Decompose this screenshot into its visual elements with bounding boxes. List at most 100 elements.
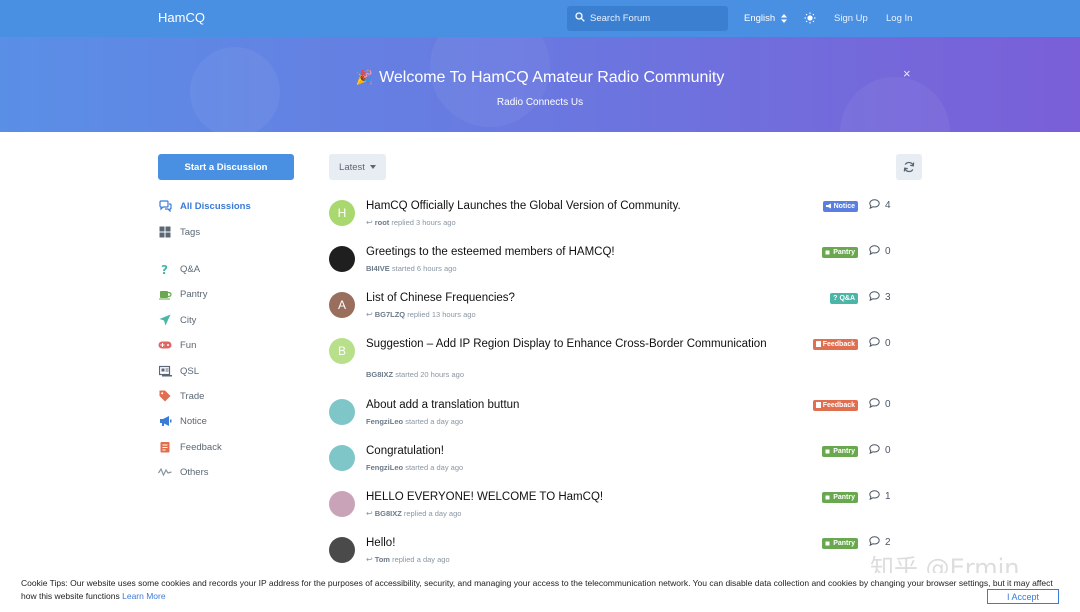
question-icon: ? [158,262,172,276]
discussion-user[interactable]: FengziLeo [366,417,403,426]
tag-badge[interactable]: Pantry [822,538,858,549]
sidebar-item-label: Trade [180,390,205,402]
discussion-title[interactable]: Suggestion – Add IP Region Display to En… [366,337,796,351]
avatar[interactable] [329,399,355,425]
language-select[interactable]: English [744,13,788,24]
avatar[interactable] [329,246,355,272]
avatar[interactable]: B [329,338,355,364]
sidebar-item-label: Fun [180,339,197,351]
tag-badge[interactable]: Pantry [822,446,858,457]
comments-icon [158,199,172,213]
tag-label: Feedback [822,402,855,409]
refresh-icon [903,161,915,173]
start-discussion-button[interactable]: Start a Discussion [158,154,294,180]
discussion-row[interactable]: B Suggestion – Add IP Region Display to E… [329,337,929,383]
comment-bubble-icon [869,398,880,411]
tag-label: Q&A [839,295,855,302]
close-icon[interactable]: × [903,66,911,81]
discussion-title[interactable]: List of Chinese Frequencies? [366,291,796,305]
top-header: HamCQ English Sign Up Log In [0,0,1080,37]
discussion-time: a day ago [430,417,464,426]
sidebar-item-notice[interactable]: Notice [158,411,207,431]
tag-badge[interactable]: Pantry [822,492,858,503]
signup-link[interactable]: Sign Up [834,13,868,24]
login-link[interactable]: Log In [886,13,912,24]
discussion-title[interactable]: HELLO EVERYONE! WELCOME TO HamCQ! [366,490,796,504]
sidebar-item-q-a[interactable]: ? Q&A [158,259,200,279]
sidebar-item-tags[interactable]: Tags [158,222,200,242]
comment-bubble-icon [869,245,880,258]
sidebar-item-qsl[interactable]: QSL [158,361,199,381]
discussion-action: started [391,264,415,273]
tag-label: Pantry [833,249,855,256]
discussion-row[interactable]: Greetings to the esteemed members of HAM… [329,245,929,291]
discussion-user[interactable]: Tom [375,555,390,564]
tag-badge[interactable]: Pantry [822,247,858,258]
sidebar-item-fun[interactable]: Fun [158,335,196,355]
sidebar-item-pantry[interactable]: Pantry [158,284,207,304]
discussion-time: a day ago [428,509,462,518]
reply-count: 0 [869,398,891,411]
brand-logo[interactable]: HamCQ [158,10,205,25]
reply-count: 0 [869,337,891,350]
reply-arrow-icon: ↩ [366,218,373,227]
discussion-user[interactable]: BG8IXZ [366,370,393,379]
discussion-meta: FengziLeo started a day ago [366,463,463,472]
cookie-banner: Cookie Tips: Our website uses some cooki… [0,573,1080,612]
mug-icon [158,287,172,301]
sidebar-item-label: Pantry [180,288,208,300]
sort-dropdown[interactable]: Latest [329,154,386,180]
comment-bubble-icon [869,199,880,212]
sidebar-item-city[interactable]: City [158,310,196,330]
discussion-title[interactable]: About add a translation buttun [366,398,796,412]
sidebar-item-label: City [180,314,197,326]
sidebar-item-label: Feedback [180,441,222,453]
tag-badge[interactable]: Feedback [812,400,858,411]
discussion-row[interactable]: H HamCQ Officially Launches the Global Ve… [329,199,929,245]
reply-count: 4 [869,199,891,212]
sidebar-item-trade[interactable]: Trade [158,386,204,406]
discussion-user[interactable]: FengziLeo [366,463,403,472]
avatar[interactable] [329,537,355,563]
avatar[interactable] [329,445,355,471]
discussion-row[interactable]: Congratulation! FengziLeo started a day a… [329,444,929,490]
discussion-user[interactable]: BG8IXZ [375,509,402,518]
discussion-row[interactable]: About add a translation buttun FengziLeo … [329,398,929,444]
discussion-user[interactable]: root [375,218,390,227]
sidebar-item-all-discussions[interactable]: All Discussions [158,196,251,216]
tag-badge[interactable]: Feedback [812,339,858,350]
avatar[interactable] [329,491,355,517]
party-popper-icon: 🎉 [355,69,374,85]
sidebar-item-label: Q&A [180,263,201,275]
theme-sun-icon[interactable] [804,12,816,24]
discussion-title[interactable]: Hello! [366,536,796,550]
discussion-meta: ↩ BG7LZQ replied 13 hours ago [366,310,476,319]
tag-icon [825,448,831,456]
reply-count: 3 [869,291,891,304]
avatar[interactable]: H [329,200,355,226]
discussion-row[interactable]: HELLO EVERYONE! WELCOME TO HamCQ! ↩ BG8IXZ… [329,490,929,536]
hero-subtitle: Radio Connects Us [496,97,584,108]
discussion-title[interactable]: Greetings to the esteemed members of HAM… [366,245,796,259]
discussion-row[interactable]: A List of Chinese Frequencies? ↩ BG7LZQ rep… [329,291,929,337]
sidebar-item-others[interactable]: Others [158,462,209,482]
discussion-meta: BG8IXZ started 20 hours ago [366,370,464,379]
search-box[interactable] [567,6,728,31]
discussion-action: replied [407,310,430,319]
learn-more-link[interactable]: Learn More [122,591,165,601]
search-input[interactable] [590,9,722,28]
hero-title-line: 🎉 Welcome To HamCQ Amateur Radio Communit… [0,69,1080,87]
discussion-meta: ↩ BG8IXZ replied a day ago [366,509,461,518]
discussion-title[interactable]: HamCQ Officially Launches the Global Ver… [366,199,796,213]
discussion-user[interactable]: BI4IVE [366,264,390,273]
accept-cookies-button[interactable]: I Accept [987,589,1059,604]
tag-label: Pantry [833,448,855,455]
refresh-button[interactable] [896,154,922,180]
tag-badge[interactable]: ? Q&A [830,293,858,304]
welcome-hero: 🎉 Welcome To HamCQ Amateur Radio Communit… [0,37,1080,132]
avatar[interactable]: A [329,292,355,318]
discussion-title[interactable]: Congratulation! [366,444,796,458]
tag-badge[interactable]: Notice [822,201,858,212]
sidebar-item-feedback[interactable]: Feedback [158,437,222,457]
discussion-user[interactable]: BG7LZQ [375,310,405,319]
